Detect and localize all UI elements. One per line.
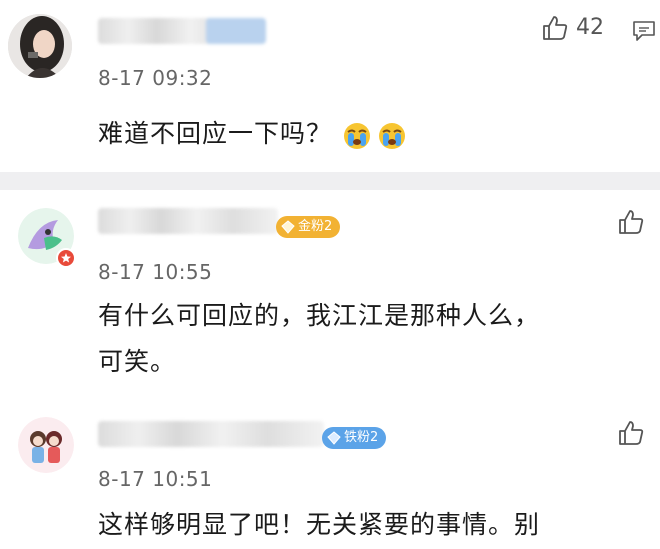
comment-text-row: 难道不回应一下吗？ <box>98 112 406 156</box>
comment-2: 金粉2 8-17 10:55 有什么可回应的，我江江是那种人么， 可笑。 <box>0 190 660 400</box>
diamond-icon <box>327 431 341 445</box>
like-button[interactable] <box>541 14 569 46</box>
verified-badge <box>56 248 76 268</box>
comment-text-line-2: 可笑。 <box>98 347 177 376</box>
like-count: 42 <box>576 15 604 40</box>
crying-emoji <box>378 122 406 154</box>
avatar[interactable] <box>18 417 74 473</box>
fan-badge: 铁粉2 <box>322 427 387 449</box>
thumbs-up-icon <box>619 210 644 234</box>
fan-badge-label: 金粉2 <box>298 219 333 234</box>
like-button[interactable] <box>617 208 645 240</box>
diamond-icon <box>281 220 295 234</box>
comment-1: 8-17 09:32 难道不回应一下吗？ 42 <box>0 0 660 170</box>
comment-time: 8-17 09:32 <box>98 66 213 90</box>
fan-badge: 金粉2 <box>276 216 341 238</box>
username-blurred[interactable] <box>98 18 266 44</box>
username-blurred[interactable] <box>98 208 278 234</box>
comment-text: 难道不回应一下吗？ <box>98 119 333 148</box>
comment-text-line-1: 有什么可回应的，我江江是那种人么， <box>98 301 541 330</box>
thumbs-up-icon <box>543 16 568 40</box>
thumbs-up-icon <box>619 421 644 445</box>
crying-emoji <box>343 122 371 154</box>
comment-time: 8-17 10:51 <box>98 467 213 491</box>
comment-time: 8-17 10:55 <box>98 260 213 284</box>
username-blurred[interactable] <box>98 421 324 447</box>
avatar[interactable] <box>8 14 72 78</box>
comment-separator <box>0 172 660 190</box>
reply-icon[interactable] <box>632 20 656 46</box>
like-button[interactable] <box>617 419 645 451</box>
fan-badge-label: 铁粉2 <box>344 430 379 445</box>
comment-text: 这样够明显了吧！无关紧要的事情。别 <box>98 510 541 539</box>
comment-3: 铁粉2 8-17 10:51 这样够明显了吧！无关紧要的事情。别 <box>0 405 660 549</box>
